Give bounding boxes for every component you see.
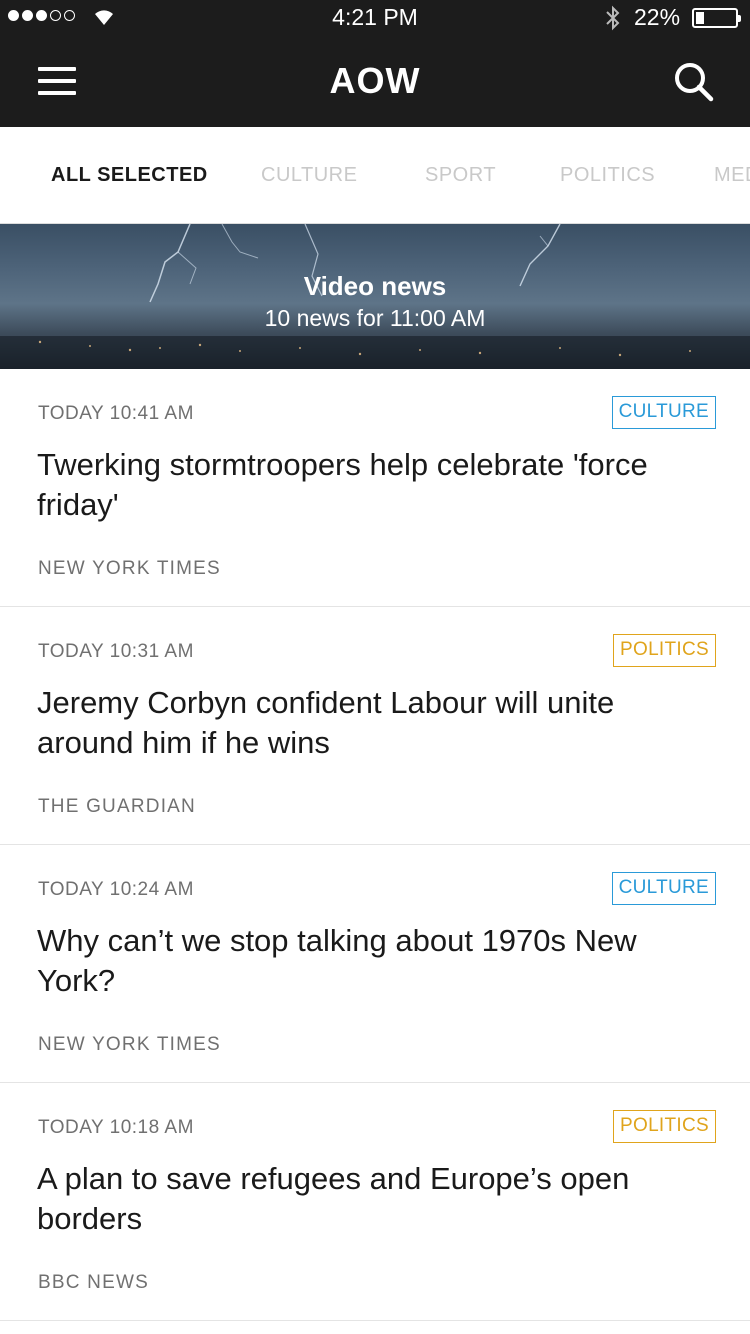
list-item[interactable]: TODAY 10:18 AM POLITICS A plan to save r… xyxy=(0,1083,750,1321)
tab-culture[interactable]: CULTURE xyxy=(261,164,357,187)
news-headline[interactable]: Jeremy Corbyn confident Labour will unit… xyxy=(37,683,697,763)
banner-subtitle: 10 news for 11:00 AM xyxy=(264,305,486,331)
news-headline[interactable]: Twerking stormtroopers help celebrate 'f… xyxy=(37,445,697,525)
news-source: NEW YORK TIMES xyxy=(38,1034,221,1055)
tab-media[interactable]: MED xyxy=(714,164,750,187)
news-source: THE GUARDIAN xyxy=(38,796,196,817)
top-bar: 4:21 PM 22% AOW xyxy=(0,0,750,127)
list-item[interactable]: TODAY 10:31 AM POLITICS Jeremy Corbyn co… xyxy=(0,607,750,845)
category-badge: POLITICS xyxy=(613,634,716,667)
list-item[interactable]: TODAY 10:41 AM CULTURE Twerking stormtro… xyxy=(0,369,750,607)
news-time: TODAY 10:41 AM xyxy=(38,403,194,424)
news-headline[interactable]: Why can’t we stop talking about 1970s Ne… xyxy=(37,921,697,1001)
category-badge: CULTURE xyxy=(611,396,716,429)
news-source: NEW YORK TIMES xyxy=(38,558,221,579)
video-news-banner[interactable]: Video news 10 news for 11:00 AM xyxy=(0,224,750,369)
search-icon[interactable] xyxy=(672,60,716,104)
list-item[interactable]: TODAY 10:24 AM CULTURE Why can’t we stop… xyxy=(0,845,750,1083)
category-badge: CULTURE xyxy=(611,872,716,905)
battery-percentage: 22% xyxy=(634,4,681,30)
news-headline[interactable]: A plan to save refugees and Europe’s ope… xyxy=(37,1159,697,1239)
news-time: TODAY 10:18 AM xyxy=(38,1117,194,1138)
tab-politics[interactable]: POLITICS xyxy=(560,164,655,187)
tab-all-selected[interactable]: ALL SELECTED xyxy=(51,164,208,187)
news-source: BBC NEWS xyxy=(38,1272,149,1293)
category-badge: POLITICS xyxy=(613,1110,716,1143)
status-bar: 4:21 PM 22% xyxy=(0,0,750,36)
news-time: TODAY 10:24 AM xyxy=(38,879,194,900)
banner-title: Video news xyxy=(303,271,447,301)
news-time: TODAY 10:31 AM xyxy=(38,641,194,662)
category-tabs: ALL SELECTED CULTURE SPORT POLITICS MED xyxy=(0,127,750,224)
app-title: AOW xyxy=(329,60,421,101)
news-list: TODAY 10:41 AM CULTURE Twerking stormtro… xyxy=(0,369,750,1321)
battery-icon xyxy=(692,8,741,28)
tab-sport[interactable]: SPORT xyxy=(425,164,496,187)
bluetooth-icon xyxy=(606,5,620,31)
